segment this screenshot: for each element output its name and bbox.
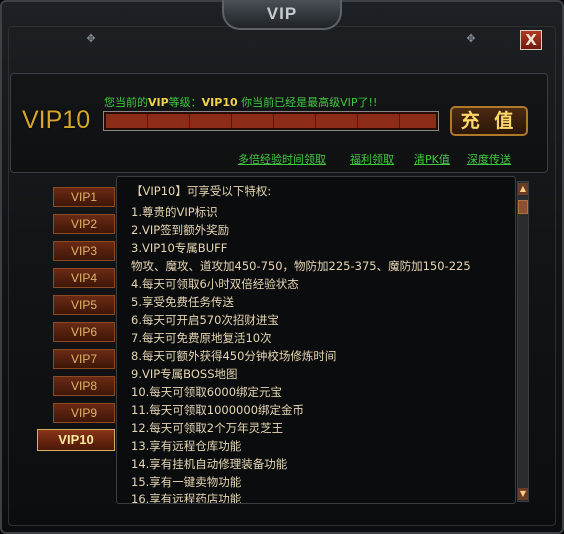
- vip-level-button[interactable]: VIP2: [53, 214, 115, 234]
- link-multi-exp[interactable]: 多倍经验时间领取: [238, 151, 326, 167]
- status-suffix: 你当前已经是最高级VIP了!!: [237, 96, 378, 109]
- link-welfare[interactable]: 福利领取: [350, 151, 394, 167]
- privilege-item: 4.每天可领取6小时双倍经验状态: [131, 277, 299, 291]
- privilege-item: 6.每天可开启570次招财进宝: [131, 313, 279, 327]
- status-level-label: 等级：: [168, 96, 202, 109]
- scroll-up-icon[interactable]: ▲: [518, 183, 528, 195]
- vip-level-button[interactable]: VIP7: [53, 349, 115, 369]
- vip-level-button[interactable]: VIP9: [53, 403, 115, 423]
- privilege-item: 物攻、魔攻、道攻加450-750，物防加225-375、魔防加150-225: [131, 259, 471, 273]
- status-level-value: VIP10: [201, 96, 238, 109]
- privilege-item: 13.享有远程仓库功能: [131, 439, 242, 453]
- privilege-item: 5.享受免费任务传送: [131, 295, 234, 309]
- recharge-button[interactable]: 充 值: [450, 106, 528, 136]
- close-button[interactable]: X: [520, 30, 542, 50]
- privilege-item: 3.VIP10专属BUFF: [131, 241, 228, 255]
- privilege-item: 16.享有远程药店功能: [131, 492, 242, 504]
- vip-level-button[interactable]: VIP6: [53, 322, 115, 342]
- link-clear-pk[interactable]: 清PK值: [414, 151, 450, 167]
- rivet-right-icon: ✥: [466, 32, 476, 45]
- scroll-down-icon[interactable]: ▼: [518, 488, 528, 500]
- vip-progress-bar: [103, 111, 439, 131]
- privilege-item: 2.VIP签到额外奖励: [131, 223, 230, 237]
- vip-level-button[interactable]: VIP4: [53, 268, 115, 288]
- status-vip-word: VIP: [148, 96, 169, 109]
- vip-level-button[interactable]: VIP5: [53, 295, 115, 315]
- privilege-item: 9.VIP专属BOSS地图: [131, 367, 238, 381]
- privileges-scrollbar[interactable]: ▲ ▼: [517, 181, 529, 502]
- status-prefix: 您当前的: [104, 96, 148, 109]
- current-vip-level: VIP10: [22, 106, 91, 134]
- window-title: VIP: [266, 4, 298, 23]
- scroll-thumb[interactable]: [518, 200, 528, 214]
- privilege-item: 12.每天可领取2个万年灵芝王: [131, 421, 284, 435]
- vip-status-text: 您当前的VIP等级：VIP10 你当前已经是最高级VIP了!!: [104, 94, 377, 110]
- vip-level-button[interactable]: VIP1: [53, 187, 115, 207]
- privilege-item: 10.每天可领取6000绑定元宝: [131, 385, 283, 399]
- privilege-item: 14.享有挂机自动修理装备功能: [131, 457, 288, 471]
- vip-level-button[interactable]: VIP3: [53, 241, 115, 261]
- privilege-item: 1.尊贵的VIP标识: [131, 205, 218, 219]
- vip-level-button[interactable]: VIP8: [53, 376, 115, 396]
- privileges-header: 【VIP10】可享受以下特权:: [131, 184, 272, 198]
- privilege-item: 7.每天可免费原地复活10次: [131, 331, 272, 345]
- privileges-panel: 【VIP10】可享受以下特权: 1.尊贵的VIP标识 2.VIP签到额外奖励 3…: [116, 176, 516, 504]
- vip-progress-fill: [106, 114, 436, 128]
- privilege-item: 8.每天可额外获得450分钟校场修炼时间: [131, 349, 337, 363]
- vip-level-button-selected[interactable]: VIP10: [37, 429, 115, 451]
- privilege-item: 11.每天可领取1000000绑定金币: [131, 403, 305, 417]
- link-deep-teleport[interactable]: 深度传送: [467, 151, 511, 167]
- title-plate: VIP: [222, 0, 342, 30]
- privilege-item: 15.享有一键卖物功能: [131, 475, 242, 489]
- rivet-left-icon: ✥: [86, 32, 96, 45]
